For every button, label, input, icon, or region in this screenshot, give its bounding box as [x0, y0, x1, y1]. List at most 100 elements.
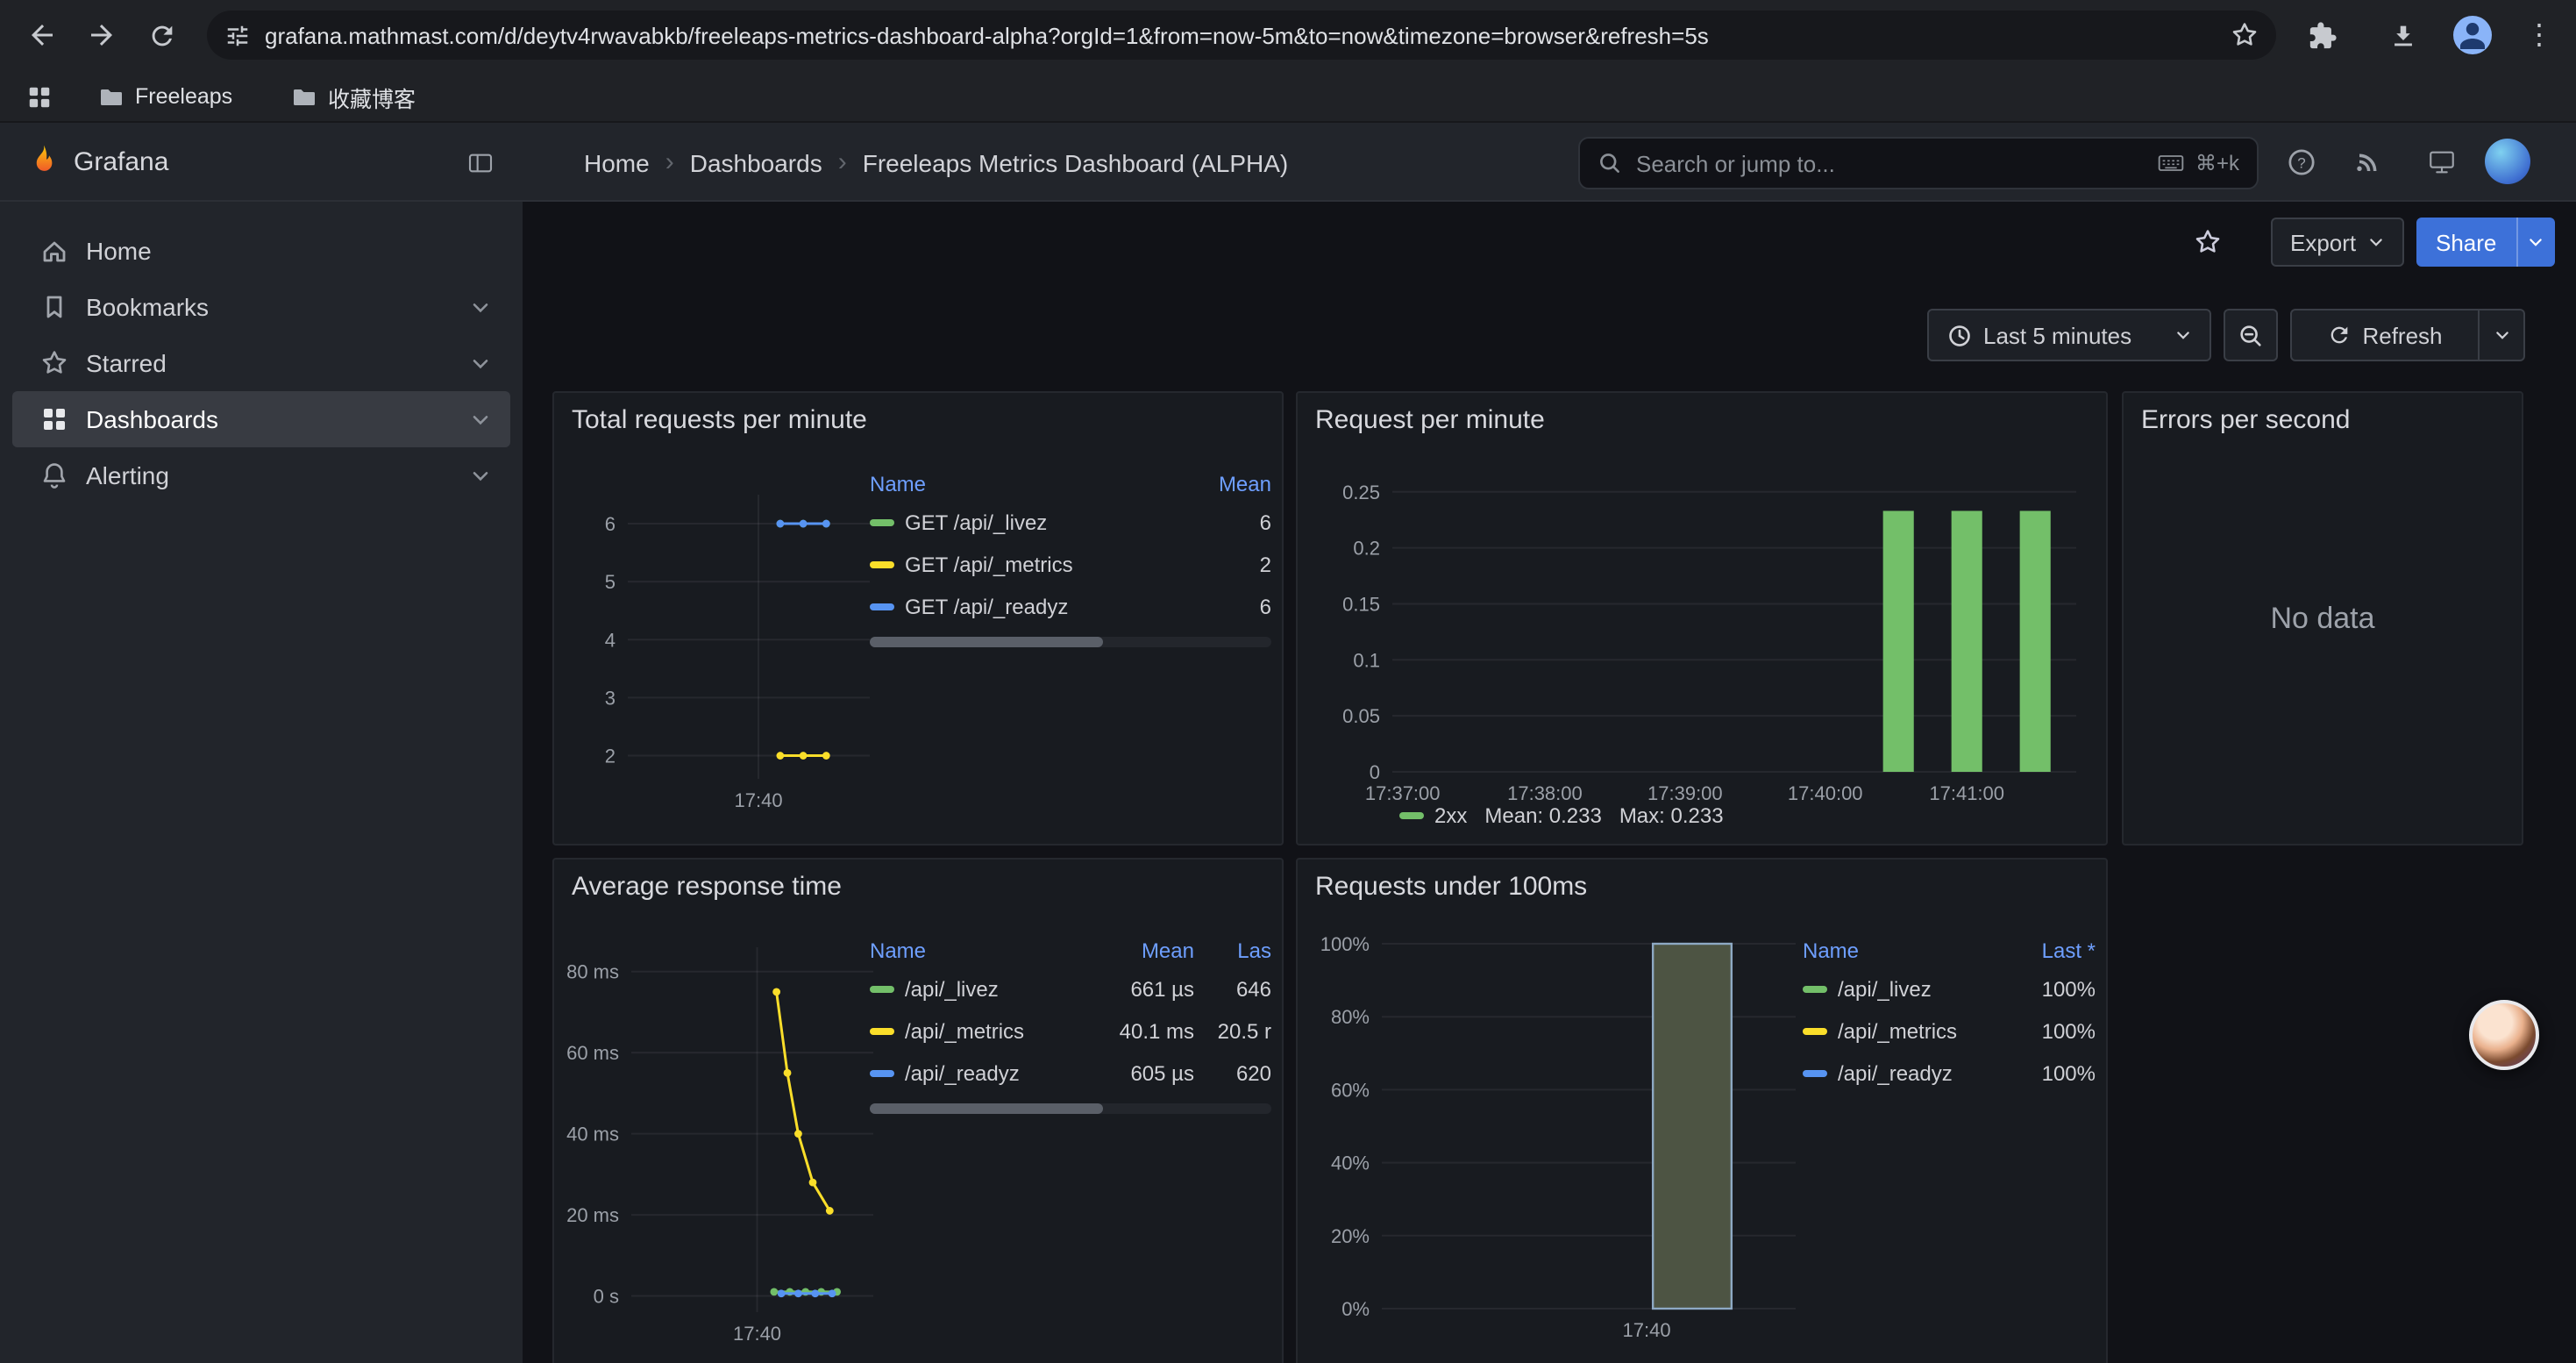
apps-grid-icon[interactable]: [14, 72, 63, 121]
chevron-down-icon[interactable]: [468, 463, 493, 488]
legend-max: Max: 0.233: [1619, 803, 1724, 828]
sidebar-item-dashboards[interactable]: Dashboards: [12, 391, 510, 447]
site-info-icon[interactable]: [224, 22, 251, 48]
share-button[interactable]: Share: [2416, 218, 2516, 267]
legend-scrollbar[interactable]: [870, 1103, 1271, 1114]
svg-text:17:40: 17:40: [733, 1323, 781, 1345]
legend-header-name[interactable]: Name: [870, 472, 1187, 496]
svg-text:0.1: 0.1: [1353, 649, 1380, 671]
bookmark-blog[interactable]: 收藏博客: [277, 75, 430, 118]
legend-row: /api/_livez 100%: [1803, 968, 2096, 1010]
zoom-out-button[interactable]: [2224, 309, 2278, 361]
dock-menu-icon[interactable]: [456, 139, 505, 188]
refresh-icon: [2327, 323, 2352, 347]
back-button[interactable]: [18, 11, 67, 60]
panel-total-requests: Total requests per minute 6543217:40 Nam…: [552, 391, 1284, 846]
dashboards-grid-icon: [40, 405, 68, 433]
svg-text:20 ms: 20 ms: [566, 1204, 619, 1226]
home-icon: [40, 237, 68, 265]
forward-button[interactable]: [77, 11, 126, 60]
series-swatch: [870, 986, 894, 993]
svg-text:80 ms: 80 ms: [566, 961, 619, 983]
user-avatar[interactable]: [2485, 139, 2530, 184]
legend-row: GET /api/_livez 6: [870, 502, 1271, 544]
series-swatch: [870, 1028, 894, 1035]
breadcrumb: Home › Dashboards › Freeleaps Metrics Da…: [584, 123, 1288, 202]
scrollbar-thumb[interactable]: [870, 1103, 1103, 1114]
panel-title[interactable]: Total requests per minute: [572, 405, 867, 435]
breadcrumb-dashboards[interactable]: Dashboards: [690, 148, 822, 176]
chevron-down-icon[interactable]: [468, 351, 493, 375]
bookmark-freeleaps[interactable]: Freeleaps: [84, 75, 246, 118]
bookmark-star-icon[interactable]: [2231, 21, 2259, 49]
series-swatch: [1399, 812, 1424, 819]
legend-row: /api/_metrics 40.1 ms 20.5 r: [870, 1010, 1271, 1053]
svg-text:40 ms: 40 ms: [566, 1124, 619, 1145]
sidebar-item-alerting[interactable]: Alerting: [12, 447, 510, 503]
brand: Grafana: [74, 123, 168, 202]
legend-row: GET /api/_metrics 2: [870, 544, 1271, 586]
panel-errors-per-second: Errors per second No data: [2122, 391, 2523, 846]
panel-average-response-time: Average response time 80 ms60 ms40 ms20 …: [552, 858, 1284, 1363]
svg-text:100%: 100%: [1320, 933, 1370, 955]
breadcrumb-home[interactable]: Home: [584, 148, 650, 176]
bookmarks-bar: Freeleaps 收藏博客: [0, 70, 2576, 123]
average-response-time-chart: 80 ms60 ms40 ms20 ms0 s17:40: [561, 919, 880, 1361]
url-text: grafana.mathmast.com/d/deytv4rwavabkb/fr…: [265, 22, 2217, 48]
sidebar-item-starred[interactable]: Starred: [12, 335, 510, 391]
refresh-interval-caret[interactable]: [2480, 309, 2525, 361]
search-placeholder: Search or jump to...: [1636, 150, 2143, 176]
legend-header-last[interactable]: Last *: [2001, 938, 2096, 963]
svg-text:17:40: 17:40: [1623, 1319, 1671, 1341]
scrollbar-thumb[interactable]: [870, 637, 1103, 647]
favorite-star-icon[interactable]: [2183, 218, 2232, 267]
assistant-avatar[interactable]: [2469, 1000, 2539, 1070]
legend-header-name[interactable]: Name: [1803, 938, 2001, 963]
panel-title[interactable]: Requests under 100ms: [1315, 872, 1587, 902]
profile-avatar[interactable]: [2448, 11, 2497, 60]
browser-toolbar: grafana.mathmast.com/d/deytv4rwavabkb/fr…: [0, 0, 2576, 70]
extensions-icon[interactable]: [2297, 11, 2346, 60]
help-icon[interactable]: ?: [2276, 137, 2325, 186]
downloads-icon[interactable]: [2378, 11, 2427, 60]
panel-title[interactable]: Average response time: [572, 872, 842, 902]
chevron-down-icon[interactable]: [468, 407, 493, 432]
search-shortcut: ⌘+k: [2157, 149, 2239, 177]
breadcrumb-separator: ›: [838, 147, 847, 177]
url-bar[interactable]: grafana.mathmast.com/d/deytv4rwavabkb/fr…: [207, 11, 2276, 60]
legend-header-mean[interactable]: Mean: [1078, 938, 1194, 963]
legend-header-last[interactable]: Las: [1194, 938, 1271, 963]
reload-button[interactable]: [137, 11, 186, 60]
svg-text:6: 6: [605, 513, 616, 535]
export-button[interactable]: Export: [2271, 218, 2403, 267]
grafana-topnav: Grafana Home › Dashboards › Freeleaps Me…: [0, 123, 2576, 202]
svg-text:2: 2: [605, 746, 616, 767]
search-input[interactable]: Search or jump to... ⌘+k: [1578, 137, 2259, 189]
legend-header-mean[interactable]: Mean: [1187, 472, 1271, 496]
share-caret-button[interactable]: [2516, 218, 2554, 267]
monitor-icon[interactable]: [2416, 137, 2466, 186]
legend-row: /api/_metrics 100%: [1803, 1010, 2096, 1053]
news-rss-icon[interactable]: [2343, 137, 2392, 186]
sidebar: Home Bookmarks Starred Dashboards Alerti…: [0, 202, 523, 1363]
browser-menu-icon[interactable]: ⋮: [2515, 11, 2564, 60]
legend-row: /api/_readyz 605 µs 620: [870, 1053, 1271, 1095]
time-range-picker[interactable]: Last 5 minutes: [1927, 309, 2211, 361]
sidebar-item-home[interactable]: Home: [12, 223, 510, 279]
panel-title[interactable]: Request per minute: [1315, 405, 1545, 435]
svg-text:0: 0: [1370, 761, 1380, 783]
zoom-out-icon: [2238, 322, 2264, 348]
refresh-button[interactable]: Refresh: [2290, 309, 2480, 361]
caret-down-icon: [2493, 326, 2510, 344]
sidebar-item-bookmarks[interactable]: Bookmarks: [12, 279, 510, 335]
screen: grafana.mathmast.com/d/deytv4rwavabkb/fr…: [0, 0, 2576, 1363]
keyboard-icon: [2157, 149, 2185, 177]
refresh-split-button: Refresh: [2290, 309, 2525, 361]
chevron-down-icon[interactable]: [468, 295, 493, 319]
grafana-logo[interactable]: [25, 142, 63, 181]
legend-row: GET /api/_readyz 6: [870, 586, 1271, 628]
caret-down-icon: [2527, 233, 2544, 251]
legend-scrollbar[interactable]: [870, 637, 1271, 647]
legend-item-2xx[interactable]: 2xx: [1399, 803, 1467, 828]
legend-header-name[interactable]: Name: [870, 938, 1078, 963]
